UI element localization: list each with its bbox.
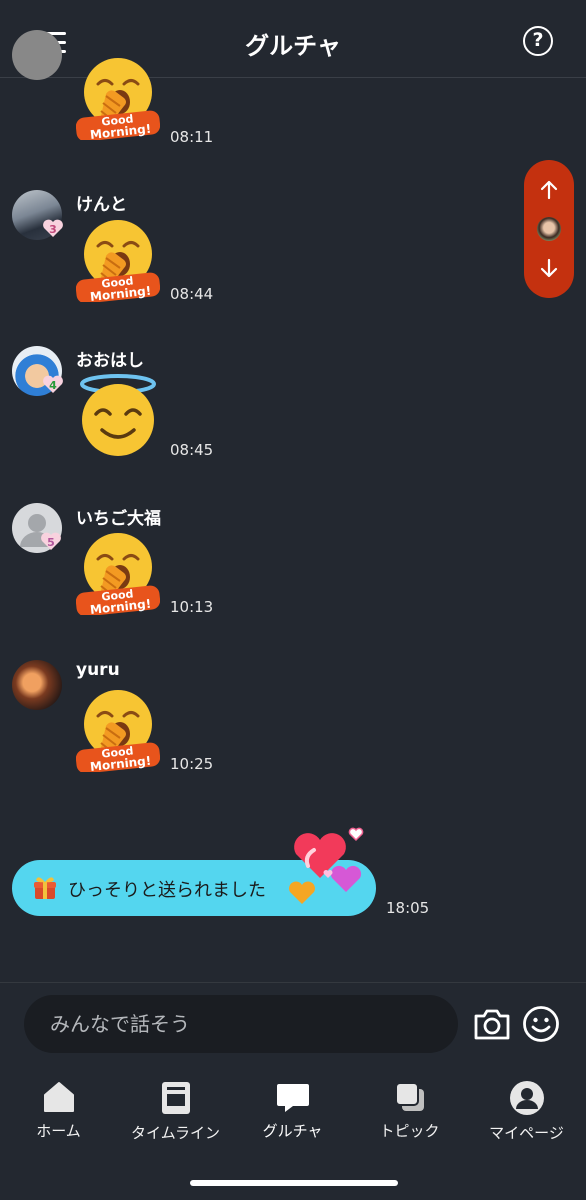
good-morning-sticker — [76, 56, 160, 140]
good-morning-sticker — [76, 688, 160, 772]
hearts-icon — [289, 827, 364, 904]
camera-icon[interactable] — [472, 1005, 512, 1043]
avatar[interactable] — [12, 30, 62, 80]
home-icon — [43, 1082, 74, 1112]
gift-message-text: ひっそりと送られました — [68, 880, 266, 901]
tab-label: トピック — [379, 1122, 440, 1140]
tab-label: ホーム — [36, 1122, 81, 1140]
profile-icon — [509, 1081, 544, 1115]
message-input-bar — [0, 982, 586, 1062]
username[interactable]: yuru — [76, 660, 120, 680]
avatar[interactable] — [12, 660, 62, 710]
good-morning-sticker — [76, 531, 160, 615]
help-icon[interactable]: ? — [523, 26, 553, 56]
arrow-up-icon[interactable] — [537, 178, 561, 202]
topic-icon — [394, 1082, 424, 1111]
tab-label: グルチャ — [262, 1122, 323, 1140]
message-time: 18:05 — [386, 899, 430, 917]
tab-timeline[interactable]: タイムライン — [117, 1080, 234, 1150]
chat-bubble-icon — [276, 1084, 309, 1112]
arrow-down-icon[interactable] — [537, 256, 561, 280]
scroll-navigator — [524, 160, 574, 298]
svg-text:5: 5 — [47, 536, 55, 549]
tab-topic[interactable]: トピック — [351, 1080, 468, 1150]
message-time: 08:45 — [170, 441, 214, 459]
tab-mypage[interactable]: マイページ — [468, 1080, 585, 1150]
level-badge: 4 — [42, 374, 64, 394]
halo-smile-sticker — [76, 374, 160, 458]
svg-text:3: 3 — [49, 223, 57, 236]
level-badge: 3 — [42, 218, 64, 238]
message-time: 08:44 — [170, 285, 214, 303]
message-input[interactable] — [24, 995, 458, 1053]
tab-label: マイページ — [489, 1124, 564, 1142]
good-morning-sticker — [76, 218, 160, 302]
emoji-icon[interactable] — [522, 1005, 560, 1043]
message-time: 08:11 — [170, 128, 214, 146]
username[interactable]: いちご大福 — [76, 504, 161, 529]
home-indicator — [190, 1180, 398, 1186]
timeline-icon — [161, 1082, 190, 1114]
message-time: 10:13 — [170, 598, 214, 616]
username[interactable]: おおはし — [76, 346, 144, 371]
level-badge: 5 — [40, 531, 62, 551]
gift-icon — [34, 877, 56, 899]
message-time: 10:25 — [170, 755, 214, 773]
tab-groupchat[interactable]: グルチャ — [234, 1080, 351, 1150]
avatar[interactable] — [537, 217, 561, 241]
tab-home[interactable]: ホーム — [0, 1080, 117, 1150]
svg-text:4: 4 — [49, 379, 57, 392]
username[interactable]: けんと — [76, 190, 127, 215]
tab-label: タイムライン — [131, 1124, 220, 1142]
